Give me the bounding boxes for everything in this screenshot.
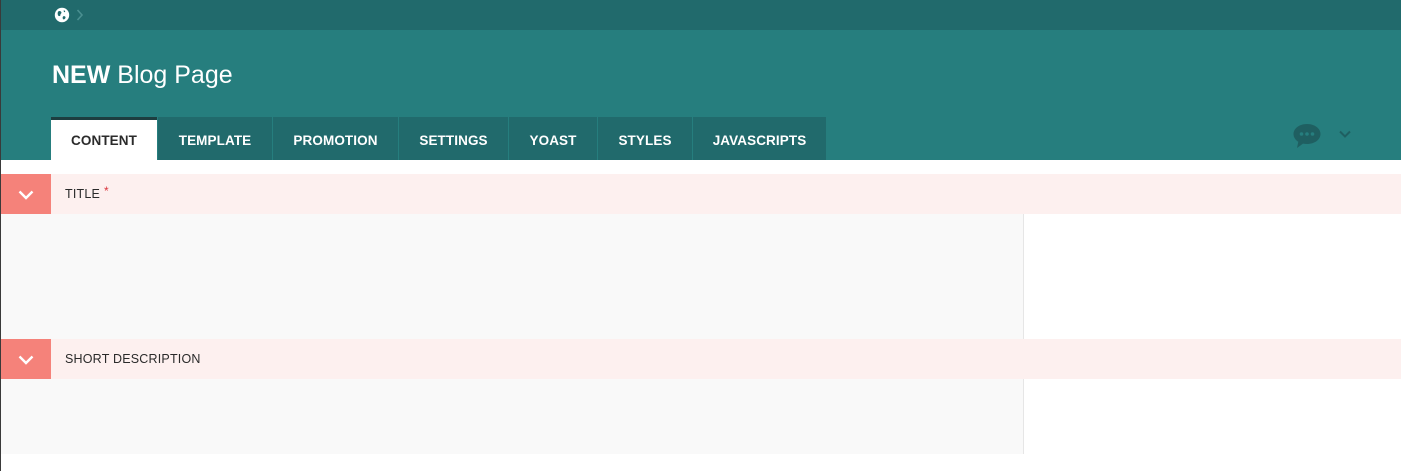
- collapse-toggle-button[interactable]: [1, 339, 51, 379]
- section-label: SHORT DESCRIPTION: [65, 339, 201, 379]
- left-border: [0, 0, 1, 471]
- tab-content[interactable]: CONTENT: [51, 117, 157, 160]
- page-title: NEW Blog Page: [52, 60, 233, 90]
- tab-javascripts[interactable]: JAVASCRIPTS: [693, 117, 826, 160]
- tab-template[interactable]: TEMPLATE: [158, 117, 272, 160]
- page-title-status: NEW: [52, 61, 111, 89]
- section-label-text: TITLE: [65, 187, 101, 201]
- tab-promotion[interactable]: PROMOTION: [273, 117, 398, 160]
- chevron-down-icon: [18, 355, 34, 365]
- page-header: NEW Blog Page CONTENT TEMPLATE PROMOTION…: [0, 30, 1401, 160]
- short-description-field-area[interactable]: [1, 379, 1024, 454]
- section-header-short-description: SHORT DESCRIPTION: [0, 339, 1401, 379]
- chevron-right-icon: [76, 9, 84, 21]
- section-label: TITLE *: [65, 174, 109, 214]
- tab-settings[interactable]: SETTINGS: [399, 117, 508, 160]
- title-field-area[interactable]: [1, 214, 1024, 339]
- chevron-down-icon[interactable]: [1338, 129, 1352, 139]
- tab-styles[interactable]: STYLES: [598, 117, 692, 160]
- page-title-name: Blog Page: [110, 61, 233, 89]
- globe-icon[interactable]: [54, 7, 70, 23]
- section-label-text: SHORT DESCRIPTION: [65, 352, 201, 366]
- section-header-title: TITLE *: [0, 174, 1401, 214]
- tab-bar: CONTENT TEMPLATE PROMOTION SETTINGS YOAS…: [51, 117, 827, 160]
- breadcrumb: [0, 0, 1401, 30]
- chat-bubble-icon[interactable]: [1292, 122, 1322, 150]
- tab-yoast[interactable]: YOAST: [509, 117, 597, 160]
- chevron-down-icon: [18, 190, 34, 200]
- required-marker: *: [104, 184, 109, 198]
- collapse-toggle-button[interactable]: [1, 174, 51, 214]
